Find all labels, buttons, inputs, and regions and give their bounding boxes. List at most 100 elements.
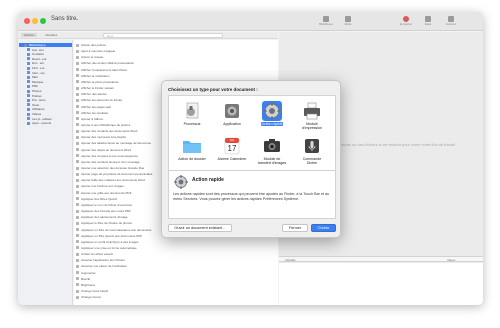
list-item[interactable]: Afficher le Finder suivant bbox=[76, 86, 114, 90]
list-item[interactable]: Appliquer un profil ColorSync à des imag… bbox=[76, 240, 139, 244]
folder-icon bbox=[27, 52, 30, 56]
list-item[interactable]: Afficher les résultats bbox=[76, 111, 108, 115]
action-icon bbox=[76, 289, 79, 293]
list-item[interactable]: Ajouter des morceaux à la playlist bbox=[76, 135, 126, 139]
list-item[interactable]: Appliquer le nom de fichier d'ouverture bbox=[76, 203, 132, 207]
list-item[interactable]: Appliquer un filtre Quartz aux documents… bbox=[76, 234, 142, 238]
camera-icon bbox=[262, 136, 282, 156]
toolbar-run-button[interactable]: Exécuter bbox=[443, 16, 459, 26]
type-print-plugin[interactable]: Module d'impression bbox=[295, 101, 329, 131]
calendar-icon: JUL 17 bbox=[222, 136, 242, 156]
list-item[interactable]: Afficher la notification bbox=[76, 74, 109, 78]
type-application[interactable]: Application bbox=[215, 101, 249, 126]
list-item[interactable]: Brightness bbox=[76, 283, 95, 287]
list-item[interactable]: Ajouter une bordure aux images bbox=[76, 184, 124, 188]
variable-column-header[interactable]: Variable bbox=[285, 258, 296, 262]
list-item[interactable]: Ajouter table des matières aux documents… bbox=[76, 178, 145, 182]
list-item[interactable]: Activer le réseau bbox=[76, 55, 103, 59]
action-icon bbox=[76, 160, 79, 164]
sidebar-item[interactable]: Ajout...récents bbox=[27, 121, 51, 125]
list-item[interactable]: Ajouter des contacts Heureux d'un messag… bbox=[76, 160, 140, 164]
folder-icon bbox=[27, 48, 30, 52]
list-item[interactable]: Associer l'application aux fichiers bbox=[76, 258, 125, 262]
action-icon bbox=[76, 105, 79, 108]
tab-variables[interactable]: Variables bbox=[42, 33, 60, 37]
description-panel: Action rapide Les actions rapides sont d… bbox=[168, 171, 336, 219]
folder-icon bbox=[27, 75, 30, 79]
action-icon bbox=[76, 228, 79, 231]
list-item[interactable]: Augmenter bbox=[76, 271, 96, 275]
type-image-capture-plugin[interactable]: Module de transfert d'images bbox=[255, 136, 289, 166]
description-title: Action rapide bbox=[192, 177, 224, 183]
minimize-window-button[interactable] bbox=[32, 18, 38, 24]
folder-icon bbox=[27, 89, 30, 93]
close-button[interactable]: Fermer bbox=[282, 224, 308, 232]
type-dictation-command[interactable]: Commande Dictée bbox=[295, 136, 329, 166]
list-item[interactable]: Ajouter une grille aux documents PDF bbox=[76, 191, 132, 195]
list-item[interactable]: Ajouter à une bibliothèque de polices bbox=[76, 123, 130, 127]
tab-actions[interactable]: Actions bbox=[21, 33, 37, 37]
action-icon bbox=[76, 117, 79, 121]
action-icon bbox=[76, 68, 79, 72]
list-item[interactable]: Appliquer le filtre de Chaine de photos bbox=[76, 221, 132, 225]
list-item[interactable]: Ajouter page de propriétés de document p… bbox=[76, 172, 152, 176]
choose-button[interactable]: Choisir bbox=[311, 224, 336, 232]
list-item[interactable]: Change Color Depth bbox=[76, 289, 108, 293]
toolbar-library-button[interactable]: Bibliothèque bbox=[318, 16, 334, 26]
action-icon bbox=[76, 191, 79, 195]
list-item[interactable]: Afficher des écrans Wait-la présentation bbox=[76, 61, 134, 65]
close-window-button[interactable] bbox=[24, 18, 30, 24]
action-icon bbox=[76, 178, 79, 182]
list-item[interactable]: Afficher l'emplacement dans Plans bbox=[76, 68, 127, 72]
action-icon bbox=[76, 184, 79, 188]
type-workflow[interactable]: Processus bbox=[175, 101, 209, 126]
workflow-icon bbox=[182, 101, 202, 121]
action-icon bbox=[76, 215, 79, 219]
type-quick-action[interactable]: Action rapide bbox=[255, 101, 289, 126]
list-item[interactable]: Appliquer une mise en forme automatique bbox=[76, 246, 137, 250]
variables-header: Variable Valeur bbox=[279, 256, 483, 262]
list-item[interactable]: Afficher les pages web bbox=[76, 105, 111, 109]
list-item[interactable]: Appliquer des formats aux notes PDF bbox=[76, 209, 131, 213]
type-calendar-alarm[interactable]: JUL 17 Alarme Calendrier bbox=[215, 136, 249, 161]
folder-icon bbox=[27, 112, 30, 116]
zoom-window-button[interactable] bbox=[40, 18, 46, 24]
document-type-dialog: Choisissez un type pour votre document :… bbox=[161, 80, 341, 238]
action-icon bbox=[76, 240, 79, 244]
list-item[interactable]: Ajouter des comptes à une sous-séquence bbox=[76, 154, 138, 158]
list-item[interactable]: Appliquer des ajustements d'image bbox=[76, 215, 128, 219]
list-item[interactable]: Appliquer des filtres Quartz bbox=[76, 197, 117, 201]
dictation-icon bbox=[302, 136, 322, 156]
list-item[interactable]: Activer des polices bbox=[76, 43, 106, 47]
toolbar-step-button[interactable]: Étape bbox=[420, 16, 436, 26]
action-icon bbox=[76, 111, 79, 115]
toolbar-record-button[interactable]: Enregistrer bbox=[398, 16, 414, 26]
list-item[interactable]: Ajouter à l'album bbox=[76, 117, 103, 121]
list-item[interactable]: Change Cursor bbox=[76, 295, 101, 299]
toolbar-media-button[interactable]: Média bbox=[340, 16, 356, 26]
list-item[interactable]: Afficher des alertes bbox=[76, 92, 107, 96]
list-item[interactable]: Bouclé bbox=[76, 277, 90, 281]
list-item[interactable]: Arrêter les effets visuels bbox=[76, 252, 113, 256]
list-item[interactable]: Ajouter des attachements au message de b… bbox=[76, 141, 151, 145]
search-input[interactable]: Nom bbox=[103, 33, 223, 38]
folder-icon bbox=[27, 84, 30, 88]
open-existing-button[interactable]: Ouvrir un document existant… bbox=[168, 224, 232, 232]
list-item[interactable]: Ajouter des objets au document Word bbox=[76, 148, 131, 152]
list-item[interactable]: Appliquer un filtre de reconnaissance au… bbox=[76, 228, 152, 232]
action-icon bbox=[76, 252, 79, 256]
variables-table bbox=[279, 263, 483, 305]
list-item[interactable]: Associer une valeur de l'ordinateur bbox=[76, 264, 127, 268]
folder-icon bbox=[24, 43, 27, 47]
list-item[interactable]: Ajouter une sélection des données Grande… bbox=[76, 166, 144, 170]
list-item[interactable]: Ajout à mémoire magique bbox=[76, 49, 115, 53]
action-icon bbox=[76, 129, 79, 133]
folder-icon bbox=[27, 117, 30, 121]
value-column-header[interactable]: Valeur bbox=[447, 258, 455, 262]
action-icon bbox=[76, 135, 79, 139]
list-item[interactable]: Ajouter des contacts aux documents Word bbox=[76, 129, 137, 133]
chevron-down-icon[interactable]: ⌄ bbox=[75, 16, 79, 22]
list-item[interactable]: Afficher la photo précédente bbox=[76, 80, 118, 84]
list-item[interactable]: Afficher les éléments du Finder bbox=[76, 98, 122, 102]
type-folder-action[interactable]: Action de dossier bbox=[175, 136, 209, 161]
